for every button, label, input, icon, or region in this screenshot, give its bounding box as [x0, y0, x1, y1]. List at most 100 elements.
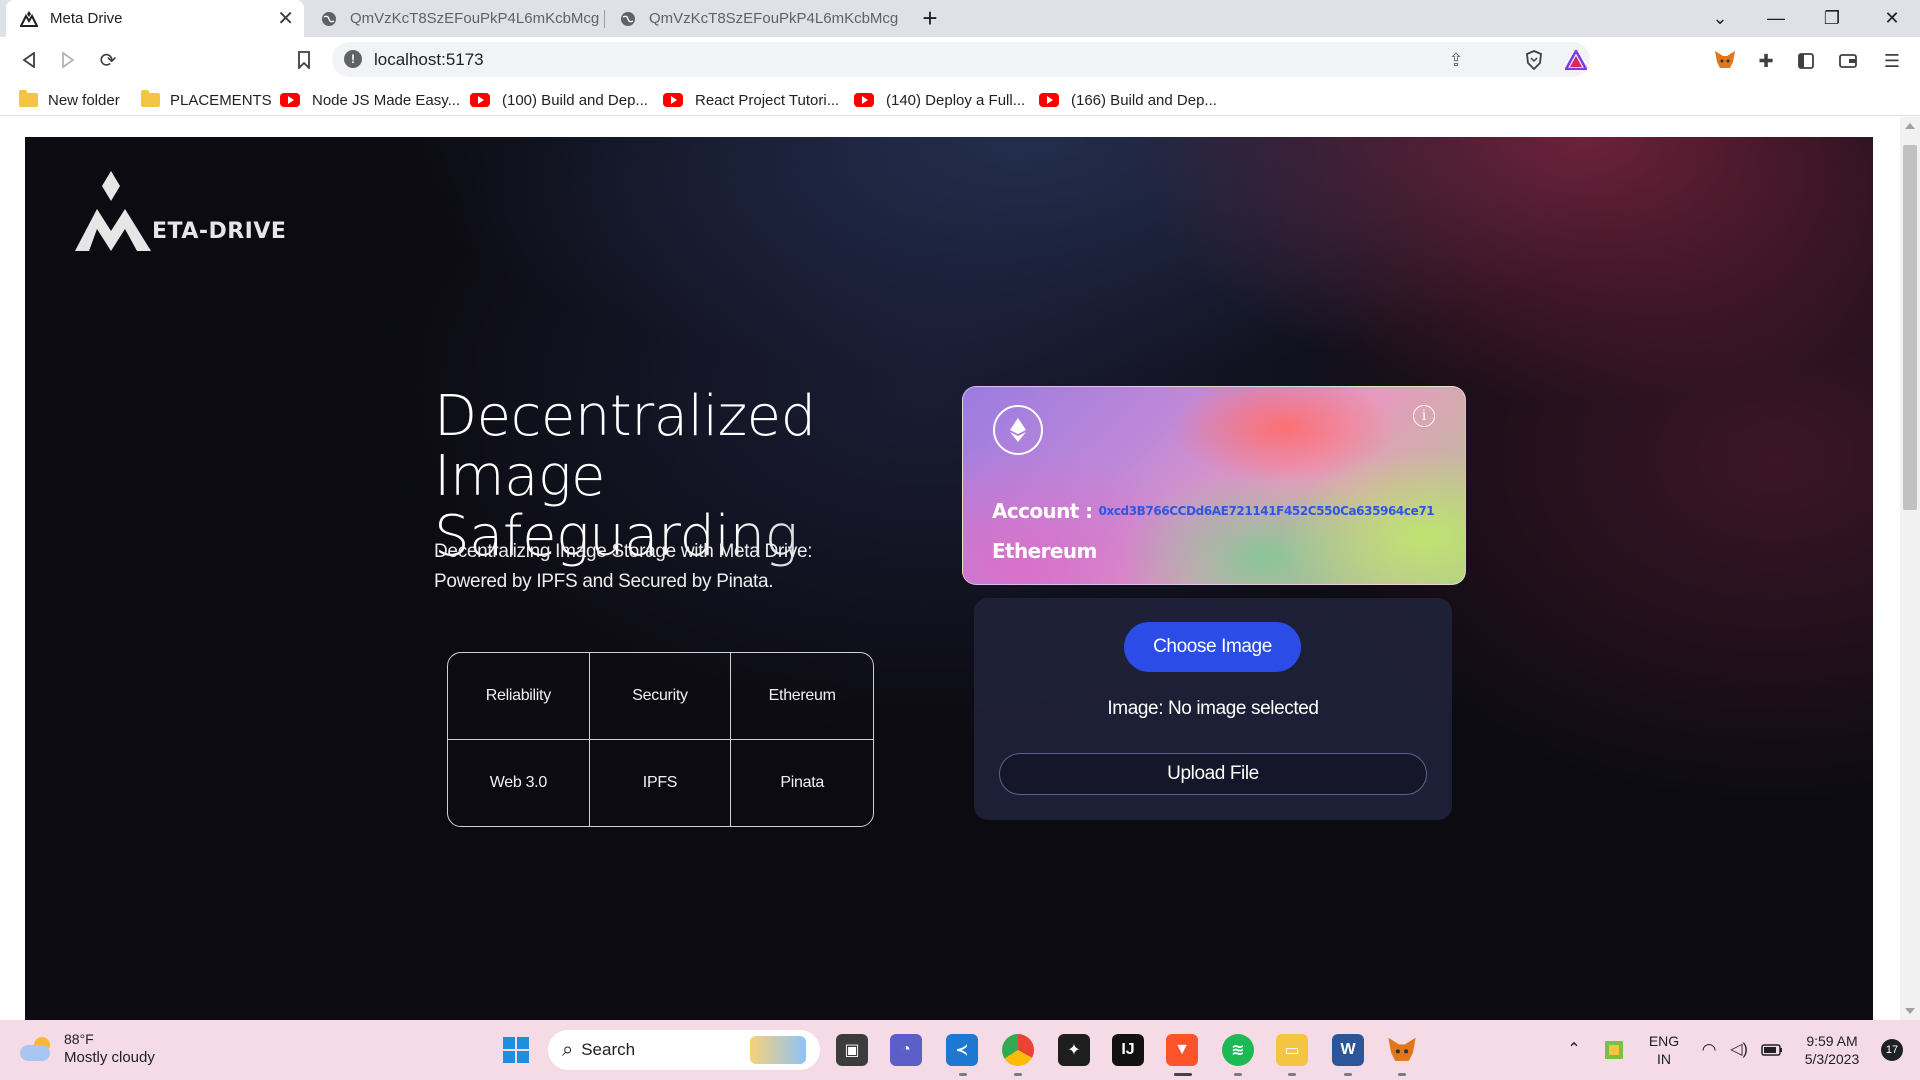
- brave-shields-icon[interactable]: [1522, 48, 1546, 72]
- upload-file-button[interactable]: Upload File: [999, 753, 1427, 795]
- spotify-icon[interactable]: ≋: [1222, 1034, 1254, 1066]
- windows-start-icon[interactable]: [500, 1034, 532, 1066]
- running-indicator: [1398, 1073, 1406, 1076]
- account-row: Account : 0xcd3B766CCDd6AE721141F452C550…: [992, 499, 1435, 523]
- tab-ipfs-1[interactable]: QmVzKcT8SzEFouPkP4L6mKcbMcgnG: [306, 0, 602, 37]
- chrome-icon[interactable]: [1002, 1034, 1034, 1066]
- reload-icon[interactable]: ⟳: [93, 45, 123, 75]
- network-label: Ethereum: [992, 539, 1097, 563]
- tab-search-chevron-icon[interactable]: ⌄: [1694, 0, 1746, 37]
- extensions-puzzle-icon[interactable]: ✚: [1754, 49, 1778, 73]
- brave-rewards-icon[interactable]: [1564, 48, 1588, 72]
- url-text[interactable]: localhost:5173: [374, 50, 484, 70]
- close-window-icon[interactable]: ✕: [1866, 0, 1918, 37]
- file-explorer-icon[interactable]: ▭: [1276, 1034, 1308, 1066]
- image-status-text: Image: No image selected: [1107, 698, 1319, 719]
- tab-meta-drive[interactable]: Meta Drive ✕: [6, 0, 304, 37]
- word-icon[interactable]: W: [1332, 1034, 1364, 1066]
- wifi-icon[interactable]: ◠: [1696, 1020, 1722, 1080]
- cloudy-weather-icon: [20, 1037, 54, 1061]
- intellij-icon[interactable]: IJ: [1112, 1034, 1144, 1066]
- account-card: i Account : 0xcd3B766CCDd6AE721141F452C5…: [962, 386, 1466, 585]
- choose-image-button[interactable]: Choose Image: [1124, 622, 1301, 672]
- logo-text: ETA-DRIVE: [152, 219, 287, 244]
- globe-icon: [320, 10, 338, 28]
- active-indicator: [1174, 1073, 1192, 1076]
- notification-center[interactable]: 17: [1872, 1020, 1912, 1080]
- globe-icon: [619, 10, 637, 28]
- metamask-extension-icon[interactable]: [1713, 48, 1737, 72]
- new-tab-button[interactable]: +: [904, 0, 956, 37]
- vscode-icon[interactable]: ≺: [946, 1034, 978, 1066]
- bookmark-icon[interactable]: [289, 45, 319, 75]
- features-grid: Reliability Security Ethereum Web 3.0 IP…: [447, 652, 874, 827]
- clock-time: 9:59 AM: [1806, 1033, 1858, 1049]
- menu-icon[interactable]: ☰: [1880, 49, 1904, 73]
- bookmark-node-js[interactable]: Node JS Made Easy...: [280, 90, 460, 110]
- figma-icon[interactable]: ✦: [1058, 1034, 1090, 1066]
- tray-app-icon[interactable]: [1600, 1020, 1628, 1080]
- weather-temperature: 88°F: [64, 1031, 94, 1047]
- hero-subtitle-line1: Decentralizing Image Storage with Meta D…: [434, 541, 813, 562]
- site-info-icon[interactable]: !: [344, 50, 362, 68]
- info-icon[interactable]: i: [1413, 405, 1435, 427]
- metamask-taskbar-icon[interactable]: [1386, 1034, 1418, 1066]
- feature-ethereum: Ethereum: [731, 653, 873, 740]
- tab-title: Meta Drive: [50, 10, 123, 27]
- scroll-down-icon[interactable]: [1905, 1008, 1915, 1014]
- running-indicator: [1344, 1073, 1352, 1076]
- search-icon: ⌕: [562, 1038, 574, 1061]
- bookmark-build-deploy-166[interactable]: (166) Build and Dep...: [1039, 90, 1217, 110]
- search-highlight-icon: [750, 1036, 806, 1064]
- browser-tab-bar: Meta Drive ✕ QmVzKcT8SzEFouPkP4L6mKcbMcg…: [0, 0, 1920, 37]
- feature-ipfs: IPFS: [590, 739, 732, 826]
- bookmark-label: React Project Tutori...: [695, 91, 840, 109]
- bookmark-deploy-full[interactable]: (140) Deploy a Full...: [854, 90, 1025, 110]
- meta-drive-favicon-icon: [20, 10, 38, 28]
- page-scrollbar[interactable]: [1900, 117, 1920, 1020]
- running-indicator: [1234, 1073, 1242, 1076]
- bookmark-new-folder[interactable]: New folder: [19, 90, 120, 110]
- sidebar-icon[interactable]: [1794, 49, 1818, 73]
- taskbar-search-box[interactable]: ⌕ Search: [548, 1030, 820, 1070]
- bookmark-placements[interactable]: PLACEMENTS: [141, 90, 272, 110]
- forward-icon[interactable]: [53, 45, 83, 75]
- folder-icon: [19, 90, 38, 107]
- brave-browser-icon[interactable]: ▼: [1166, 1034, 1198, 1066]
- bookmark-label: Node JS Made Easy...: [312, 91, 461, 109]
- teams-chat-icon[interactable]: ◔: [890, 1034, 922, 1066]
- tab-ipfs-2[interactable]: QmVzKcT8SzEFouPkP4L6mKcbMcgnG: [605, 0, 903, 37]
- clock-date: 5/3/2023: [1804, 1051, 1860, 1067]
- bookmark-label: (100) Build and Dep...: [502, 91, 648, 109]
- folder-icon: [141, 90, 160, 107]
- address-bar[interactable]: ! localhost:5173 ⇪: [332, 42, 1590, 77]
- tab-title: QmVzKcT8SzEFouPkP4L6mKcbMcgnG: [350, 10, 600, 27]
- page-viewport: ETA-DRIVE Decentralized Image Safeguardi…: [0, 117, 1920, 1020]
- tray-overflow-chevron-icon[interactable]: ⌃: [1562, 1020, 1586, 1080]
- volume-icon[interactable]: ◁): [1726, 1020, 1752, 1080]
- running-indicator: [959, 1073, 967, 1076]
- language-indicator[interactable]: ENG IN: [1644, 1020, 1684, 1080]
- wallet-icon[interactable]: [1836, 49, 1860, 73]
- tab-close-icon[interactable]: ✕: [277, 6, 294, 31]
- bookmarks-bar: New folder PLACEMENTS Node JS Made Easy.…: [0, 84, 1920, 116]
- hero-subtitle: Decentralizing Image Storage with Meta D…: [434, 537, 854, 597]
- restore-icon[interactable]: ❐: [1806, 0, 1858, 37]
- minimize-icon[interactable]: —: [1750, 0, 1802, 37]
- bookmark-react-project[interactable]: React Project Tutori...: [663, 90, 839, 110]
- battery-icon[interactable]: [1758, 1020, 1786, 1080]
- clock[interactable]: 9:59 AM 5/3/2023: [1796, 1020, 1868, 1080]
- feature-security: Security: [589, 653, 732, 740]
- scrollbar-thumb[interactable]: [1903, 145, 1917, 510]
- weather-widget[interactable]: 88°F Mostly cloudy: [20, 1030, 155, 1068]
- scroll-up-icon[interactable]: [1905, 123, 1915, 129]
- meta-drive-page: ETA-DRIVE Decentralized Image Safeguardi…: [25, 137, 1873, 1020]
- share-icon[interactable]: ⇪: [1444, 48, 1468, 72]
- taskbar-search-label: Search: [581, 1040, 636, 1059]
- task-view-icon[interactable]: ▣: [836, 1034, 868, 1066]
- running-indicator: [1014, 1073, 1022, 1076]
- notification-count-badge: 17: [1881, 1039, 1903, 1061]
- back-icon[interactable]: [14, 45, 44, 75]
- bookmark-build-deploy-100[interactable]: (100) Build and Dep...: [470, 90, 648, 110]
- language-line2: IN: [1657, 1051, 1671, 1067]
